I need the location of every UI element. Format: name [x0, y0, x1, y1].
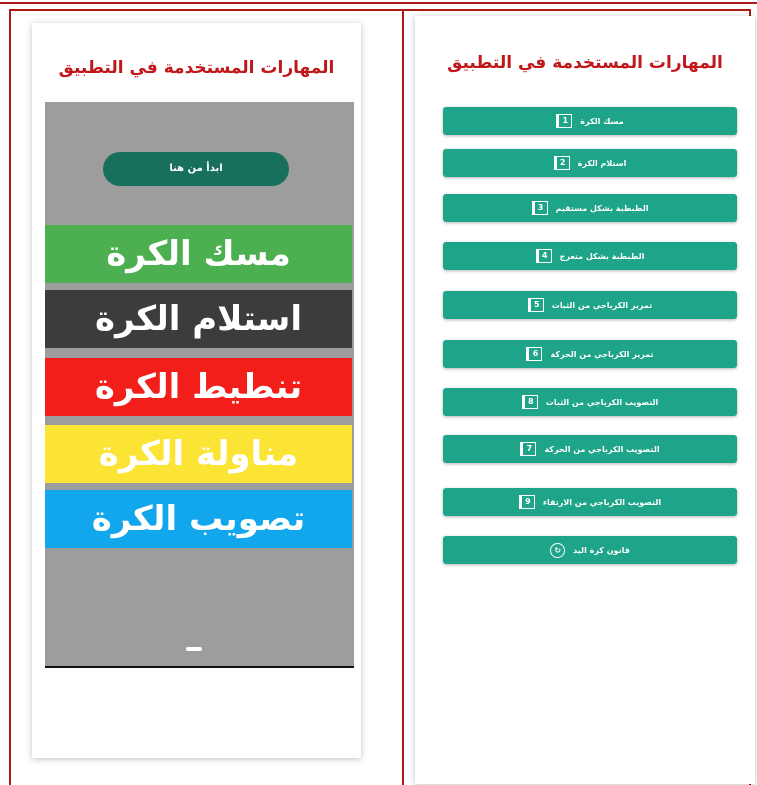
- numbered-book-icon: 1: [556, 114, 573, 128]
- menu-button-9[interactable]: التصويب الكرباجي من الارتقاء 9: [443, 488, 737, 516]
- skill-bar-shoot[interactable]: تصويب الكرة: [45, 490, 352, 548]
- menu-button-8[interactable]: التصويب الكرباجي من الحركة 7: [443, 435, 737, 463]
- numbered-book-icon: 6: [526, 347, 543, 361]
- numbered-book-icon: 2: [553, 156, 570, 170]
- menu-label: قانون كرة اليد: [573, 545, 630, 555]
- menu-button-6[interactable]: تمرير الكرباجي من الحركة 6: [443, 340, 737, 368]
- menu-label: التصويب الكرباجي من الحركة: [544, 444, 660, 454]
- home-indicator[interactable]: [186, 647, 202, 651]
- menu-button-4[interactable]: الطبطبة بشكل متعرج 4: [443, 242, 737, 270]
- right-card: المهارات المستخدمة في التطبيق مسك الكرة …: [415, 16, 755, 784]
- phone-screen: ابدأ من هنا مسك الكرة استلام الكرة تنطيط…: [45, 102, 354, 668]
- menu-label: التصويب الكرباجي من الثبات: [545, 397, 659, 407]
- menu-label: مسك الكرة: [580, 116, 624, 126]
- menu-button-5[interactable]: تمرير الكرباجي من الثبات 5: [443, 291, 737, 319]
- menu-button-3[interactable]: الطبطبة بشكل مستقيم 3: [443, 194, 737, 222]
- menu-label: الطبطبة بشكل مستقيم: [555, 203, 649, 213]
- left-card: المهارات المستخدمة في التطبيق ابدأ من هن…: [32, 23, 361, 758]
- numbered-book-icon: 7: [520, 442, 537, 456]
- start-button[interactable]: ابدأ من هنا: [103, 152, 289, 186]
- numbered-book-icon: 9: [518, 495, 535, 509]
- right-title: المهارات المستخدمة في التطبيق: [447, 53, 723, 73]
- numbered-book-icon: 5: [527, 298, 544, 312]
- menu-label: الطبطبة بشكل متعرج: [559, 251, 645, 261]
- numbered-book-icon: 4: [535, 249, 552, 263]
- left-title: المهارات المستخدمة في التطبيق: [58, 58, 335, 78]
- skill-bar-pass[interactable]: مناولة الكرة: [45, 425, 352, 483]
- menu-label: تمرير الكرباجي من الحركة: [550, 349, 654, 359]
- skill-bar-receive[interactable]: استلام الكرة: [45, 290, 352, 348]
- menu-button-2[interactable]: استلام الكرة 2: [443, 149, 737, 177]
- top-rule: [0, 2, 757, 4]
- skill-bar-catch[interactable]: مسك الكرة: [45, 225, 352, 283]
- numbered-book-icon: 3: [531, 201, 548, 215]
- skill-bar-dribble[interactable]: تنطيط الكرة: [45, 358, 352, 416]
- menu-label: تمرير الكرباجي من الثبات: [551, 300, 653, 310]
- numbered-book-icon: 8: [521, 395, 538, 409]
- menu-button-7[interactable]: التصويب الكرباجي من الثبات 8: [443, 388, 737, 416]
- menu-button-1[interactable]: مسك الكرة 1: [443, 107, 737, 135]
- panel-divider: [402, 9, 404, 785]
- menu-label: استلام الكرة: [577, 158, 627, 168]
- menu-label: التصويب الكرباجي من الارتقاء: [542, 497, 662, 507]
- menu-button-rules[interactable]: قانون كرة اليد ↻: [443, 536, 737, 564]
- refresh-circle-icon: ↻: [550, 542, 566, 558]
